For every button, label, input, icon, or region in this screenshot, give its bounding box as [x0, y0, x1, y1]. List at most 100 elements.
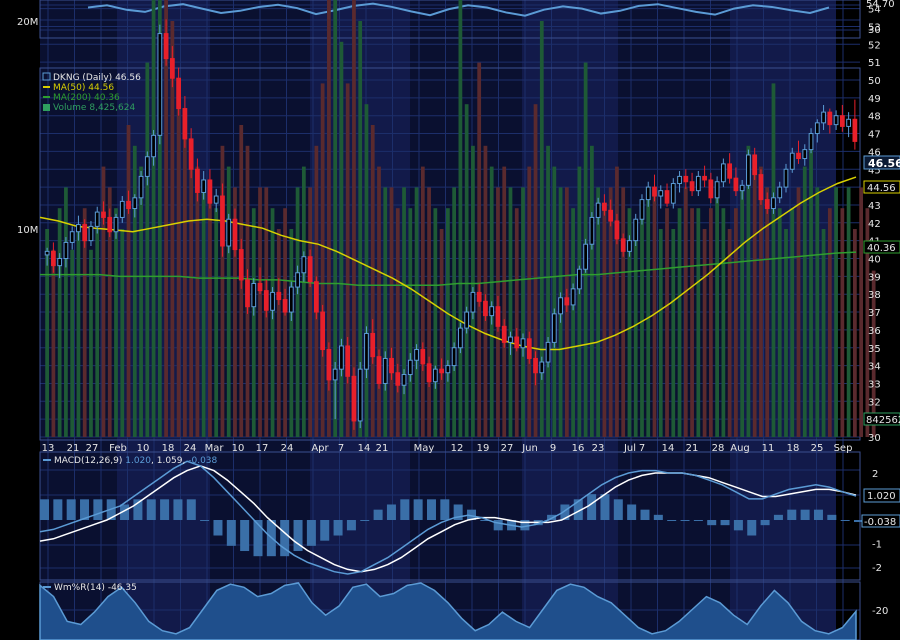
volume-bar [715, 187, 719, 437]
willr-tick-label: -20 [872, 606, 888, 617]
volume-bar [521, 187, 525, 437]
volume-bar [577, 166, 582, 437]
macd-hist-value-box: -0.038 [861, 514, 900, 528]
volume-bar [183, 125, 187, 437]
macd-hist-bar [320, 520, 330, 541]
macd-tick-label: -2 [872, 563, 882, 574]
candle-body [151, 134, 156, 158]
volume-bar [734, 208, 738, 437]
volume-bar [370, 125, 375, 437]
volume-bar [364, 104, 369, 437]
volume-bar [708, 208, 713, 437]
willr-legend-label: Wm%R(14) -46.35 [54, 583, 137, 593]
volume-bar [533, 104, 538, 437]
volume-bar [696, 208, 701, 437]
volume-bar [602, 208, 607, 437]
volume-bar [665, 208, 669, 437]
candle-body [458, 327, 463, 349]
candle-body [551, 313, 557, 343]
candle-body [633, 218, 639, 242]
legend-label: MA(200) 40.36 [53, 93, 120, 103]
volume-bar [132, 145, 137, 438]
date-tick-label: 25 [811, 443, 824, 454]
date-tick-label: 18 [162, 443, 175, 454]
volume-bar [120, 229, 125, 437]
macd-hist-bar [720, 520, 730, 526]
candle-body [119, 200, 125, 218]
price-tick-label: 43 [868, 201, 881, 212]
volume-bar [502, 166, 507, 437]
date-tick-label: Feb [109, 443, 127, 454]
candle-body [614, 220, 620, 240]
macd-hist-bar [93, 499, 103, 520]
volume-bar [64, 187, 68, 437]
macd-hist-bar [840, 520, 850, 521]
candle-body [695, 175, 701, 192]
candle-body [658, 190, 664, 197]
date-tick-label: 14 [662, 443, 675, 454]
volume-bar [633, 229, 638, 437]
date-tick-label: 18 [787, 443, 800, 454]
candle-body [107, 216, 113, 233]
price-tick-label: 48 [868, 112, 881, 123]
candle-body [351, 375, 357, 422]
date-tick-label: 24 [281, 443, 294, 454]
macd-hist-bar [787, 509, 797, 520]
candle-body [301, 256, 307, 274]
volume-bar [208, 187, 212, 437]
candle-body [276, 291, 282, 301]
price-tick-label: 49 [868, 94, 881, 105]
candle-body [839, 115, 845, 127]
candle-body [445, 365, 451, 374]
date-tick-label: 9 [550, 443, 556, 454]
date-tick-label: 12 [451, 443, 464, 454]
macd-hist-bar [426, 499, 436, 520]
candle-body [733, 177, 739, 192]
price-tick-label: 33 [868, 379, 881, 390]
last-price-label: 46.56 [868, 157, 900, 170]
candle-body [576, 268, 582, 290]
candle-body [677, 175, 682, 185]
macd-value-box: 1.020 [863, 488, 900, 503]
ma50-value-box: 44.56 [863, 180, 900, 194]
macd-hist-bar [346, 520, 356, 531]
volume-bar [226, 166, 231, 437]
volume-bar [270, 208, 275, 437]
candle-body [313, 281, 319, 313]
macd-hist-bar [747, 520, 757, 536]
candle-body [608, 209, 614, 222]
candle-body [395, 372, 401, 386]
volume-bar [721, 208, 726, 437]
volume-bar [852, 229, 857, 437]
volume-bar [790, 208, 795, 437]
volume-bar [445, 208, 450, 437]
candle-body [746, 154, 751, 186]
candle-body [82, 224, 88, 242]
candle-body [94, 211, 100, 227]
candle-body [288, 286, 294, 313]
volume-bar [546, 145, 550, 438]
candle-body [533, 357, 538, 374]
volume-bar [301, 166, 306, 437]
legend-label: DKNG (Daily) 46.56 [53, 73, 141, 83]
stock-chart: 54.70 30 3031323334353637383940414243444… [0, 0, 900, 640]
macd-hist-bar [627, 504, 637, 520]
legend-label: MA(50) 44.56 [53, 83, 114, 93]
candle-body [57, 258, 63, 267]
volume-bar [377, 166, 381, 437]
candle-body [783, 168, 789, 188]
macd-hist-bar [186, 499, 196, 520]
volume-bar [452, 187, 457, 437]
date-tick-label: 17 [256, 443, 269, 454]
volume-bar [796, 187, 801, 437]
macd-hist-bar [827, 514, 837, 520]
volume-bar [51, 249, 56, 437]
candle-body [232, 218, 238, 251]
candle-body [144, 156, 150, 177]
volume-bar [571, 208, 575, 437]
candle-body [520, 338, 526, 349]
candle-body [821, 111, 826, 124]
date-tick-label: Jun [521, 443, 538, 454]
candle-body [764, 199, 770, 210]
volume-bar [439, 229, 444, 437]
